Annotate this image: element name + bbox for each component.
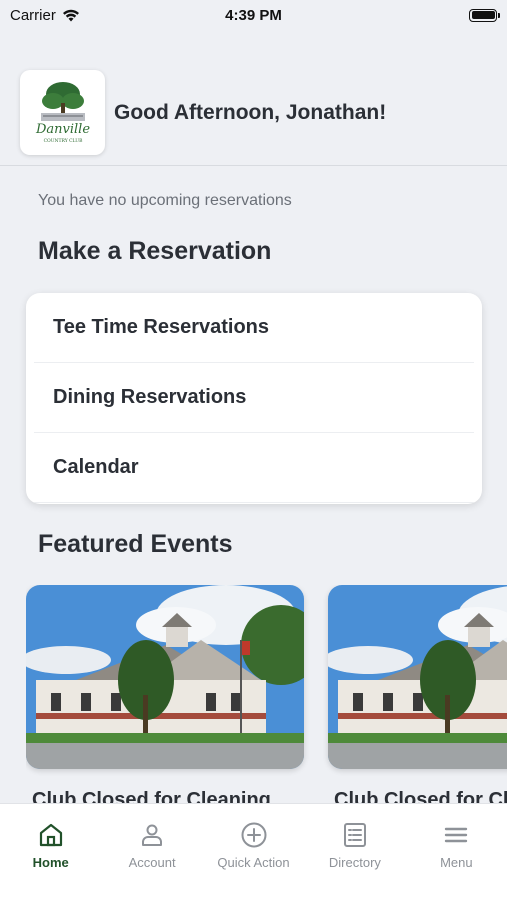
header: Danville COUNTRY CLUB Good Afternoon, Jo…	[0, 60, 507, 166]
wifi-icon	[62, 9, 79, 21]
tab-directory[interactable]: Directory	[304, 804, 405, 900]
event-image[interactable]	[328, 585, 507, 769]
directory-icon	[343, 823, 366, 847]
event-image[interactable]	[26, 585, 304, 769]
tab-label: Quick Action	[217, 855, 290, 870]
status-bar: Carrier 4:39 PM	[0, 0, 507, 30]
plus-circle-icon	[241, 822, 267, 848]
tab-label: Account	[128, 855, 176, 870]
tab-label: Menu	[440, 855, 473, 870]
carrier-label: Carrier	[10, 6, 56, 24]
event-card[interactable]: Club Closed for Cleaning	[328, 585, 507, 805]
battery-icon	[469, 8, 500, 22]
featured-events-carousel[interactable]: Club Closed for Cleaning Club Closed for…	[26, 585, 507, 805]
svg-text:COUNTRY CLUB: COUNTRY CLUB	[43, 138, 82, 144]
make-reservation-title: Make a Reservation	[38, 237, 272, 265]
featured-events-title: Featured Events	[38, 530, 233, 558]
menu-icon	[445, 827, 468, 843]
dining-reservations-item[interactable]: Dining Reservations	[34, 363, 474, 433]
account-icon	[142, 824, 163, 846]
svg-text:Danville: Danville	[34, 122, 89, 137]
tab-label: Home	[32, 855, 69, 870]
event-card[interactable]: Club Closed for Cleaning	[26, 585, 304, 805]
tab-menu[interactable]: Menu	[406, 804, 507, 900]
tab-bar: Home Account Quick Action Directory Menu	[0, 803, 507, 900]
no-reservations-message: You have no upcoming reservations	[38, 192, 292, 209]
reservation-options-card: Tee Time Reservations Dining Reservation…	[26, 293, 482, 504]
calendar-item[interactable]: Calendar	[34, 433, 474, 503]
tee-time-reservations-item[interactable]: Tee Time Reservations	[34, 293, 474, 363]
tab-account[interactable]: Account	[101, 804, 202, 900]
greeting: Good Afternoon, Jonathan!	[114, 100, 387, 124]
club-logo: Danville COUNTRY CLUB	[20, 70, 105, 155]
tab-quick-action[interactable]: Quick Action	[203, 804, 304, 900]
home-icon	[39, 823, 62, 847]
tree-logo-icon: Danville COUNTRY CLUB	[34, 81, 90, 144]
tab-label: Directory	[328, 855, 381, 870]
tab-home[interactable]: Home	[0, 804, 101, 900]
